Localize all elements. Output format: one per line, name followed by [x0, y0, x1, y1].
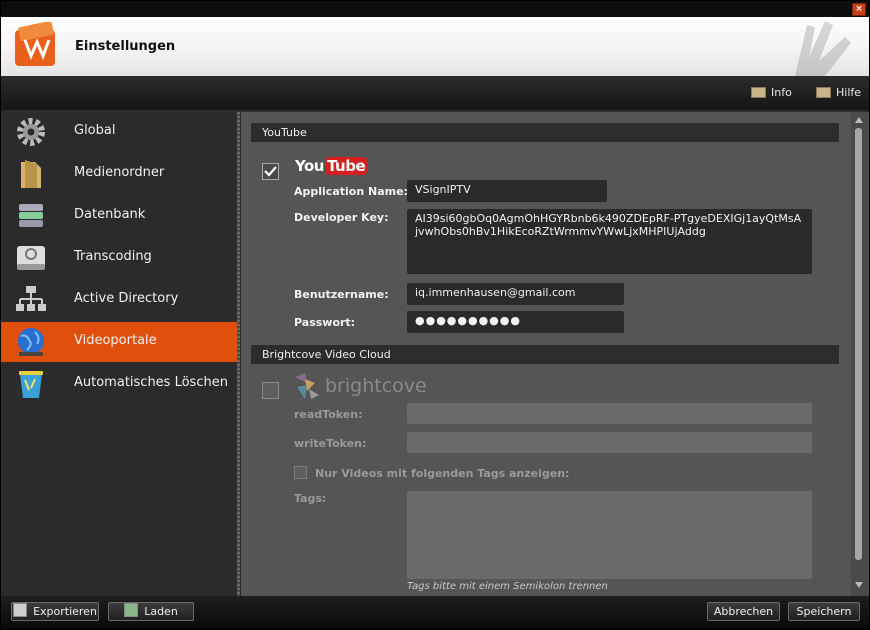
sidebar-item-label: Transcoding	[74, 249, 152, 264]
password-input[interactable]: ●●●●●●●●●●	[407, 311, 624, 333]
sidebar-item-transcoding[interactable]: Transcoding	[1, 238, 237, 278]
brightcove-enable-checkbox[interactable]	[262, 382, 279, 399]
info-icon	[751, 87, 766, 98]
title-strip: ×	[1, 1, 869, 17]
sidebar-item-label: Medienordner	[74, 165, 165, 180]
youtube-logo-tube: Tube	[324, 157, 368, 175]
tags-label: Tags:	[294, 492, 327, 505]
network-icon	[16, 286, 46, 311]
database-icon	[19, 204, 43, 227]
scroll-thumb[interactable]	[855, 128, 862, 560]
export-button[interactable]: Exportieren	[11, 602, 99, 621]
dev-key-input[interactable]: AI39si60gbOq0AgmOhHGYRbnb6k490ZDEpRF-PTg…	[407, 209, 812, 274]
read-token-input[interactable]	[407, 403, 812, 424]
export-icon	[13, 603, 28, 617]
check-icon	[264, 166, 277, 177]
sidebar-item-label: Active Directory	[74, 291, 179, 306]
youtube-logo-you: You	[295, 157, 324, 175]
username-label: Benutzername:	[294, 288, 389, 301]
youtube-enable-checkbox[interactable]	[262, 163, 279, 180]
footer-bar: Exportieren Laden Abbrechen Speichern	[1, 596, 869, 629]
sidebar-item-automatisches-loeschen[interactable]: Automatisches Löschen	[1, 364, 237, 404]
load-icon	[124, 603, 139, 617]
settings-panel: YouTube You Tube Application Name: VSign…	[241, 112, 869, 596]
info-menu-item[interactable]: Info	[751, 86, 792, 99]
sidebar-item-label: Global	[74, 123, 116, 138]
header: Einstellungen	[1, 17, 869, 76]
write-token-label: writeToken:	[294, 437, 367, 450]
app-name-input[interactable]: VSignIPTV	[407, 180, 607, 202]
cancel-button[interactable]: Abbrechen	[707, 602, 780, 621]
trash-icon	[19, 371, 43, 398]
load-label: Laden	[144, 605, 178, 618]
gear-icon	[17, 118, 45, 146]
close-button[interactable]: ×	[852, 3, 866, 16]
sidebar-item-label: Datenbank	[74, 207, 146, 222]
sidebar-item-global[interactable]: Global	[1, 112, 237, 152]
menu-bar: Info Hilfe	[1, 76, 869, 110]
scrollbar[interactable]	[851, 112, 869, 596]
brightcove-section-header: Brightcove Video Cloud	[251, 345, 839, 364]
page-title: Einstellungen	[75, 39, 176, 54]
drive-icon	[17, 246, 45, 270]
youtube-logo: You Tube	[295, 155, 368, 177]
brightcove-logo-icon	[295, 373, 319, 399]
sidebar-item-label: Automatisches Löschen	[74, 375, 228, 390]
sidebar: Global Medienordner Datenbank Transcodin…	[1, 112, 237, 596]
brightcove-logo: brightcove	[293, 370, 427, 402]
splitter-handle[interactable]	[237, 112, 240, 596]
username-input[interactable]: iq.immenhausen@gmail.com	[407, 283, 624, 305]
read-token-label: readToken:	[294, 408, 363, 421]
sidebar-item-label: Videoportale	[74, 333, 157, 348]
sidebar-item-videoportale[interactable]: Videoportale	[1, 322, 237, 362]
write-token-input[interactable]	[407, 432, 812, 453]
tags-hint: Tags bitte mit einem Semikolon trennen	[407, 581, 608, 592]
app-name-label: Application Name:	[294, 185, 408, 198]
app-logo-icon	[15, 22, 55, 66]
tags-input[interactable]	[407, 491, 812, 579]
scroll-down-icon[interactable]	[855, 582, 863, 588]
brightcove-logo-text: brightcove	[325, 375, 427, 397]
globe-icon	[18, 328, 44, 356]
dev-key-label: Developer Key:	[294, 211, 389, 224]
scroll-up-icon[interactable]	[855, 117, 863, 123]
folder-icon	[21, 160, 41, 188]
sidebar-item-active-directory[interactable]: Active Directory	[1, 280, 237, 320]
help-label: Hilfe	[836, 86, 862, 99]
save-button[interactable]: Speichern	[788, 602, 860, 621]
tags-filter-checkbox[interactable]	[294, 466, 307, 479]
hand-watermark-icon	[795, 21, 851, 76]
settings-window: × Einstellungen Info Hilfe Global Medien…	[0, 0, 870, 630]
info-label: Info	[771, 86, 792, 99]
youtube-section-header: YouTube	[251, 123, 839, 142]
help-menu-item[interactable]: Hilfe	[816, 86, 861, 99]
sidebar-item-medienordner[interactable]: Medienordner	[1, 154, 237, 194]
export-label: Exportieren	[33, 605, 97, 618]
help-icon	[816, 87, 831, 98]
load-button[interactable]: Laden	[108, 602, 194, 621]
password-label: Passwort:	[294, 316, 356, 329]
sidebar-item-datenbank[interactable]: Datenbank	[1, 196, 237, 236]
tags-filter-label: Nur Videos mit folgenden Tags anzeigen:	[315, 467, 570, 480]
